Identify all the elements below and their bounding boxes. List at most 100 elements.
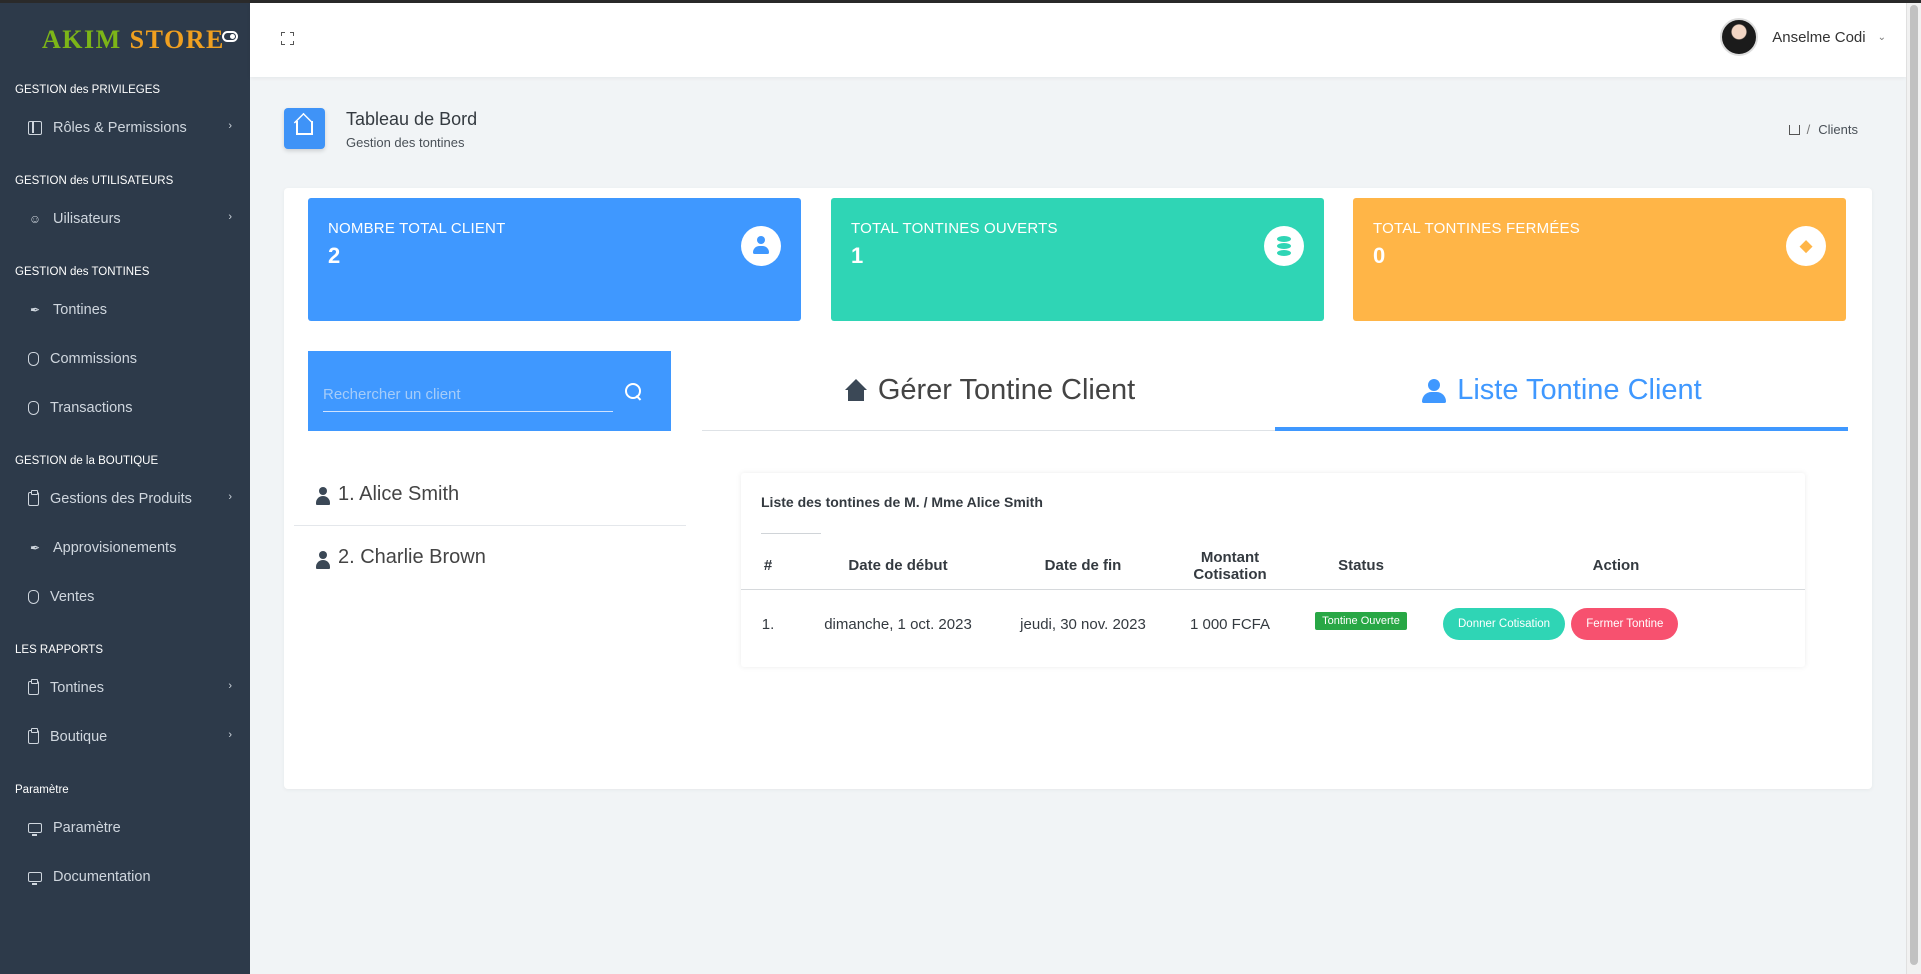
tags-icon: ◆ bbox=[1786, 226, 1826, 266]
section-title-parametre: Paramètre bbox=[15, 784, 69, 796]
app-logo[interactable]: AKIM STORE bbox=[42, 25, 225, 55]
logo-row: AKIM STORE bbox=[0, 3, 250, 77]
table-row: 1. dimanche, 1 oct. 2023 jeudi, 30 nov. … bbox=[741, 589, 1805, 659]
client-search-box bbox=[308, 351, 671, 431]
sidebar-item-ventes[interactable]: Ventes bbox=[0, 572, 250, 621]
person-icon bbox=[316, 550, 330, 569]
user-name: Anselme Codi bbox=[1772, 28, 1866, 46]
chevron-right-icon: › bbox=[228, 680, 232, 692]
sidebar-item-gestions-produits[interactable]: Gestions des Produits › bbox=[0, 474, 250, 523]
stat-card-total-clients: NOMBRE TOTAL CLIENT 2 bbox=[308, 198, 801, 321]
tab-liste-tontine[interactable]: Liste Tontine Client bbox=[1275, 351, 1848, 431]
sidebar-item-label: Gestions des Produits bbox=[50, 490, 192, 507]
breadcrumb-separator: / bbox=[1806, 122, 1811, 137]
chevron-down-icon[interactable]: ⌄ bbox=[1878, 32, 1886, 43]
tontine-list-title: Liste des tontines de M. / Mme Alice Smi… bbox=[761, 494, 1043, 510]
chevron-right-icon: › bbox=[228, 120, 232, 132]
database-icon bbox=[1264, 226, 1304, 266]
clipboard-icon bbox=[28, 489, 39, 506]
shield-icon bbox=[28, 589, 39, 604]
sidebar-item-parametre[interactable]: Paramètre bbox=[0, 803, 250, 852]
col-header-action: Action bbox=[1427, 543, 1805, 590]
home-icon bbox=[284, 108, 325, 149]
list-item[interactable]: 1. Alice Smith bbox=[294, 463, 686, 526]
sidebar-item-label: Tontines bbox=[50, 679, 105, 696]
breadcrumb: / Clients bbox=[1788, 122, 1858, 137]
sidebar-item-label: Tontines bbox=[53, 301, 108, 318]
donner-cotisation-button[interactable]: Donner Cotisation bbox=[1443, 608, 1566, 641]
stat-value: 2 bbox=[328, 243, 341, 268]
cell-end-date: jeudi, 30 nov. 2023 bbox=[1020, 615, 1146, 633]
breadcrumb-home-icon[interactable] bbox=[1788, 124, 1800, 135]
tontine-list-panel: Liste des tontines de M. / Mme Alice Smi… bbox=[741, 473, 1805, 667]
table-header-row: # Date de début Date de fin Montant Coti… bbox=[741, 543, 1805, 590]
page-header: Tableau de Bord Gestion des tontines / C… bbox=[284, 105, 1874, 155]
sidebar-item-label: Transactions bbox=[50, 399, 133, 416]
status-badge: Tontine Ouverte bbox=[1315, 611, 1407, 630]
user-icon bbox=[741, 226, 781, 266]
tab-label: Gérer Tontine Client bbox=[877, 374, 1136, 406]
col-header-end-date: Date de fin bbox=[1001, 543, 1165, 590]
stat-value: 1 bbox=[851, 243, 864, 268]
page-subtitle: Gestion des tontines bbox=[346, 135, 465, 150]
tab-gerer-tontine[interactable]: Gérer Tontine Client bbox=[702, 351, 1275, 430]
avatar[interactable] bbox=[1720, 18, 1759, 56]
client-list: 1. Alice Smith 2. Charlie Brown bbox=[294, 463, 686, 589]
cell-amount: 1 000 FCFA bbox=[1189, 615, 1271, 633]
shield-icon bbox=[28, 351, 39, 366]
fermer-tontine-button[interactable]: Fermer Tontine bbox=[1571, 608, 1679, 641]
shield-icon bbox=[28, 400, 39, 415]
sidebar-toggle-icon[interactable] bbox=[222, 31, 238, 42]
stat-card-tontines-fermees: TOTAL TONTINES FERMÉES 0 ◆ bbox=[1353, 198, 1846, 321]
fullscreen-icon[interactable] bbox=[281, 32, 294, 45]
title-underline bbox=[761, 533, 821, 534]
sidebar-item-approvisionnements[interactable]: ✒ Approvisionements bbox=[0, 523, 250, 572]
sidebar-item-label: Approvisionements bbox=[53, 539, 177, 556]
logo-text-akim: AKIM bbox=[42, 25, 130, 54]
scrollbar-thumb[interactable] bbox=[1910, 5, 1918, 965]
sidebar-item-documentation[interactable]: Documentation bbox=[0, 852, 250, 901]
breadcrumb-current: Clients bbox=[1818, 122, 1858, 137]
top-header: Anselme Codi ⌄ bbox=[250, 3, 1906, 77]
tab-label: Liste Tontine Client bbox=[1457, 374, 1702, 406]
layout-icon bbox=[28, 120, 42, 135]
client-name: 1. Alice Smith bbox=[338, 482, 460, 505]
logo-text-store: STORE bbox=[129, 25, 225, 54]
clipboard-icon bbox=[28, 678, 39, 695]
section-title-utilisateurs: GESTION des UTILISATEURS bbox=[15, 175, 174, 187]
user-icon bbox=[1421, 378, 1447, 403]
monitor-icon bbox=[28, 871, 42, 885]
sidebar-item-label: Uilisateurs bbox=[53, 210, 121, 227]
feather-icon: ✒ bbox=[29, 540, 41, 555]
search-input[interactable] bbox=[323, 377, 613, 412]
sidebar-item-rapport-tontines[interactable]: Tontines › bbox=[0, 663, 250, 712]
cell-action: Donner Cotisation Fermer Tontine bbox=[1427, 589, 1805, 659]
sidebar-item-label: Commissions bbox=[50, 350, 138, 367]
sidebar-item-tontines[interactable]: ✒ Tontines bbox=[0, 285, 250, 334]
col-header-index: # bbox=[741, 543, 795, 590]
page-scrollbar[interactable] bbox=[1906, 3, 1921, 974]
tontine-tabs: Gérer Tontine Client Liste Tontine Clien… bbox=[702, 351, 1848, 431]
main-card: NOMBRE TOTAL CLIENT 2 TOTAL TONTINES OUV… bbox=[284, 188, 1872, 789]
section-title-boutique: GESTION de la BOUTIQUE bbox=[15, 455, 159, 467]
chevron-right-icon: › bbox=[228, 729, 232, 741]
home-icon bbox=[842, 378, 868, 403]
section-title-rapports: LES RAPPORTS bbox=[15, 644, 103, 656]
sidebar-item-transactions[interactable]: Transactions bbox=[0, 383, 250, 432]
chevron-right-icon: › bbox=[228, 211, 232, 223]
sidebar-item-label: Boutique bbox=[50, 728, 108, 745]
stat-card-tontines-ouverts: TOTAL TONTINES OUVERTS 1 bbox=[831, 198, 1324, 321]
user-menu[interactable]: Anselme Codi ⌄ bbox=[1720, 18, 1886, 56]
sidebar-item-utilisateurs[interactable]: ☺ Uilisateurs › bbox=[0, 194, 250, 243]
list-item[interactable]: 2. Charlie Brown bbox=[294, 526, 686, 589]
cell-status: Tontine Ouverte bbox=[1295, 589, 1427, 659]
sidebar-item-rapport-boutique[interactable]: Boutique › bbox=[0, 712, 250, 761]
stat-label: NOMBRE TOTAL CLIENT bbox=[328, 220, 506, 237]
col-header-start-date: Date de début bbox=[795, 543, 1001, 590]
sidebar-item-roles-permissions[interactable]: Rôles & Permissions › bbox=[0, 103, 250, 152]
sidebar-item-commissions[interactable]: Commissions bbox=[0, 334, 250, 383]
search-icon[interactable] bbox=[625, 383, 643, 401]
client-name: 2. Charlie Brown bbox=[338, 546, 486, 568]
monitor-icon bbox=[28, 822, 42, 836]
stat-label: TOTAL TONTINES OUVERTS bbox=[851, 220, 1058, 237]
